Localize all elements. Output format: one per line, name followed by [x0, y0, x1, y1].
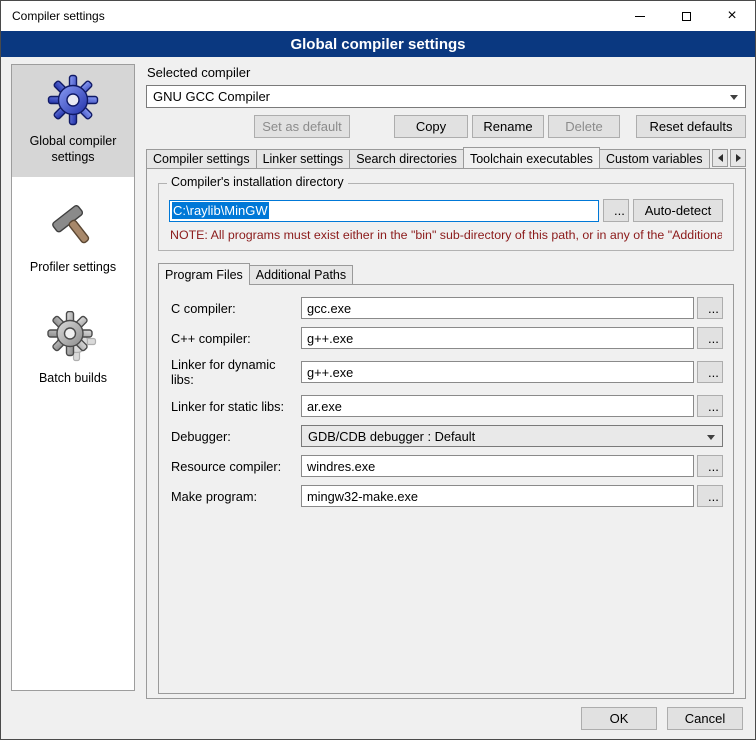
- c-compiler-browse-button[interactable]: ...: [697, 297, 723, 319]
- field-row-linker-dynamic: Linker for dynamic libs: ...: [171, 357, 723, 387]
- compiler-actions: Set as default Copy Rename Delete Reset …: [146, 115, 746, 138]
- settings-category-sidebar: Global compiler settings Profiler settin…: [11, 64, 135, 691]
- cpp-compiler-browse-button[interactable]: ...: [697, 327, 723, 349]
- linker-dynamic-browse-button[interactable]: ...: [697, 361, 723, 383]
- tab-search-directories[interactable]: Search directories: [349, 149, 464, 168]
- titlebar: Compiler settings ×: [1, 1, 755, 31]
- c-compiler-label: C compiler:: [171, 301, 301, 316]
- make-program-input[interactable]: [301, 485, 694, 507]
- cpp-compiler-label: C++ compiler:: [171, 331, 301, 346]
- linker-dynamic-input[interactable]: [301, 361, 694, 383]
- make-program-label: Make program:: [171, 489, 301, 504]
- maximize-icon: [682, 12, 691, 21]
- field-row-linker-static: Linker for static libs: ...: [171, 395, 723, 417]
- rename-button[interactable]: Rename: [472, 115, 544, 138]
- resource-compiler-input[interactable]: [301, 455, 694, 477]
- settings-tabstrip: Compiler settings Linker settings Search…: [146, 147, 746, 168]
- tab-custom-variables[interactable]: Custom variables: [599, 149, 710, 168]
- make-program-browse-button[interactable]: ...: [697, 485, 723, 507]
- install-dir-selected-text: C:\raylib\MinGW: [172, 202, 269, 219]
- dialog-footer: OK Cancel: [581, 707, 743, 730]
- sidebar-item-global-compiler-settings[interactable]: Global compiler settings: [12, 65, 134, 177]
- dialog-header: Global compiler settings: [1, 31, 755, 57]
- selected-compiler-value: GNU GCC Compiler: [153, 89, 270, 104]
- arrow-left-icon: [718, 154, 723, 162]
- selected-compiler-select[interactable]: GNU GCC Compiler: [146, 85, 746, 108]
- chevron-down-icon: [730, 95, 738, 100]
- program-files-panel: C compiler: ... C++ compiler: ... Linker…: [158, 284, 734, 694]
- blue-gear-icon: [47, 74, 99, 126]
- copy-button[interactable]: Copy: [394, 115, 468, 138]
- cancel-button[interactable]: Cancel: [667, 707, 743, 730]
- close-button[interactable]: ×: [709, 1, 755, 31]
- sidebar-item-profiler-settings[interactable]: Profiler settings: [12, 191, 134, 288]
- install-dir-groupbox: Compiler's installation directory C:\ray…: [158, 183, 734, 251]
- set-as-default-button[interactable]: Set as default: [254, 115, 350, 138]
- tabs-clip: Compiler settings Linker settings Search…: [146, 147, 710, 168]
- compiler-settings-window: Compiler settings × Global compiler sett…: [0, 0, 756, 740]
- field-row-cpp-compiler: C++ compiler: ...: [171, 327, 723, 349]
- tab-scroll-left-button[interactable]: [712, 149, 728, 167]
- install-dir-note: NOTE: All programs must exist either in …: [170, 228, 722, 242]
- debugger-selected-value: GDB/CDB debugger : Default: [308, 429, 475, 444]
- resource-compiler-label: Resource compiler:: [171, 459, 301, 474]
- main-content: Selected compiler GNU GCC Compiler Set a…: [146, 63, 746, 699]
- tab-build-options-clipped[interactable]: Buil: [709, 149, 710, 168]
- field-row-resource-compiler: Resource compiler: ...: [171, 455, 723, 477]
- selected-compiler-label: Selected compiler: [147, 65, 746, 80]
- field-row-make-program: Make program: ...: [171, 485, 723, 507]
- c-compiler-input[interactable]: [301, 297, 694, 319]
- field-row-c-compiler: C compiler: ...: [171, 297, 723, 319]
- maximize-button[interactable]: [663, 1, 709, 31]
- minimize-icon: [635, 16, 645, 17]
- tab-program-files[interactable]: Program Files: [158, 263, 250, 285]
- caption-buttons: ×: [617, 1, 755, 31]
- linker-static-browse-button[interactable]: ...: [697, 395, 723, 417]
- delete-button[interactable]: Delete: [548, 115, 620, 138]
- tab-scroll-right-button[interactable]: [730, 149, 746, 167]
- linker-dynamic-label: Linker for dynamic libs:: [171, 357, 301, 387]
- program-files-tabstrip: Program Files Additional Paths: [158, 263, 734, 284]
- profiler-hammer-icon: [47, 200, 99, 252]
- install-dir-row: C:\raylib\MinGW ... Auto-detect: [169, 199, 723, 222]
- sidebar-item-label: Global compiler settings: [15, 134, 131, 165]
- resource-compiler-browse-button[interactable]: ...: [697, 455, 723, 477]
- sidebar-item-label: Profiler settings: [30, 260, 116, 276]
- debugger-label: Debugger:: [171, 429, 301, 444]
- gray-gear-stack-icon: [47, 311, 99, 363]
- cpp-compiler-input[interactable]: [301, 327, 694, 349]
- sidebar-item-batch-builds[interactable]: Batch builds: [12, 302, 134, 399]
- auto-detect-button[interactable]: Auto-detect: [633, 199, 723, 222]
- linker-static-input[interactable]: [301, 395, 694, 417]
- reset-defaults-button[interactable]: Reset defaults: [636, 115, 746, 138]
- tab-scroll-buttons: [712, 149, 746, 167]
- tab-additional-paths[interactable]: Additional Paths: [249, 265, 353, 284]
- chevron-down-icon: [707, 435, 715, 440]
- ok-button[interactable]: OK: [581, 707, 657, 730]
- install-dir-input[interactable]: C:\raylib\MinGW: [169, 200, 599, 222]
- tab-linker-settings[interactable]: Linker settings: [256, 149, 351, 168]
- install-dir-group-title: Compiler's installation directory: [167, 175, 348, 189]
- toolchain-executables-panel: Compiler's installation directory C:\ray…: [146, 168, 746, 699]
- tab-compiler-settings[interactable]: Compiler settings: [146, 149, 257, 168]
- linker-static-label: Linker for static libs:: [171, 399, 301, 414]
- close-icon: ×: [727, 8, 736, 24]
- debugger-select[interactable]: GDB/CDB debugger : Default: [301, 425, 723, 447]
- sidebar-item-label: Batch builds: [39, 371, 107, 387]
- install-dir-browse-button[interactable]: ...: [603, 199, 629, 222]
- field-row-debugger: Debugger: GDB/CDB debugger : Default: [171, 425, 723, 447]
- tab-toolchain-executables[interactable]: Toolchain executables: [463, 147, 600, 168]
- arrow-right-icon: [736, 154, 741, 162]
- window-title: Compiler settings: [12, 9, 105, 23]
- minimize-button[interactable]: [617, 1, 663, 31]
